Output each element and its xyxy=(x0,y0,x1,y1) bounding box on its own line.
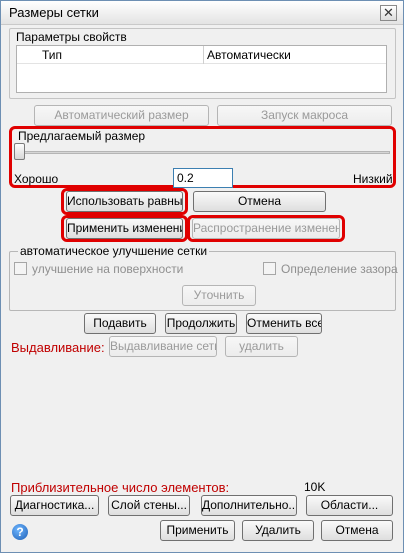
properties-table: Тип Автоматически xyxy=(16,45,387,93)
apply-button[interactable]: Применить xyxy=(160,520,235,541)
extrusion-label: Выдавливание: xyxy=(11,340,105,355)
title-bar: Размеры сетки ✕ xyxy=(1,1,403,25)
highlight-use-equal xyxy=(61,188,188,215)
element-count-label: Приблизительное число элементов: xyxy=(11,480,230,495)
highlight-propagate xyxy=(187,215,345,242)
close-icon[interactable]: ✕ xyxy=(380,5,397,21)
size-slider-track[interactable] xyxy=(17,151,390,154)
mesh-size-dialog: Размеры сетки ✕ Параметры свойств Тип Ав… xyxy=(0,0,404,553)
properties-label: Параметры свойств xyxy=(16,30,127,44)
delete-button[interactable]: Удалить xyxy=(242,520,314,541)
help-icon[interactable]: ? xyxy=(12,524,28,540)
diagnostics-button[interactable]: Диагностика... xyxy=(10,495,99,516)
advanced-button[interactable]: Дополнительно... xyxy=(201,495,297,516)
properties-group: Параметры свойств Тип Автоматически xyxy=(9,28,396,99)
wall-layer-button[interactable]: Слой стены... xyxy=(108,495,190,516)
extrusion-delete-button[interactable]: удалить xyxy=(225,336,298,357)
regions-button[interactable]: Области... xyxy=(306,495,393,516)
continue-button[interactable]: Продолжить xyxy=(165,313,237,334)
surface-refine-checkbox[interactable] xyxy=(14,262,27,275)
suggested-size-label: Предлагаемый размер xyxy=(18,129,146,143)
highlight-apply-changes xyxy=(61,215,188,242)
auto-size-button[interactable]: Автоматический размер xyxy=(34,105,209,126)
surface-refine-label: улучшение на поверхности xyxy=(32,262,184,276)
extrude-mesh-button[interactable]: Выдавливание сети xyxy=(109,336,217,357)
coarse-label: Низкий xyxy=(353,172,393,186)
gap-detection-label: Определение зазора xyxy=(281,262,398,276)
property-name: Тип xyxy=(42,48,63,62)
cancel-all-button[interactable]: Отменить все xyxy=(246,313,322,334)
window-title: Размеры сетки xyxy=(9,5,99,20)
table-row[interactable]: Тип Автоматически xyxy=(17,46,386,64)
gap-detection-checkbox[interactable] xyxy=(263,262,276,275)
cancel-button[interactable]: Отмена xyxy=(193,191,326,212)
auto-refine-label: автоматическое улучшение сетки xyxy=(18,244,210,258)
size-slider-thumb[interactable] xyxy=(14,143,25,160)
element-count-value: 10K xyxy=(304,480,326,494)
column-divider xyxy=(203,46,204,64)
fine-label: Хорошо xyxy=(14,172,59,186)
size-value-input[interactable]: 0.2 xyxy=(173,168,233,188)
run-macro-button[interactable]: Запуск макроса xyxy=(217,105,392,126)
property-value[interactable]: Автоматически xyxy=(207,48,291,62)
footer-cancel-button[interactable]: Отмена xyxy=(321,520,393,541)
suppress-button[interactable]: Подавить xyxy=(84,313,156,334)
refine-button[interactable]: Уточнить xyxy=(182,285,256,306)
